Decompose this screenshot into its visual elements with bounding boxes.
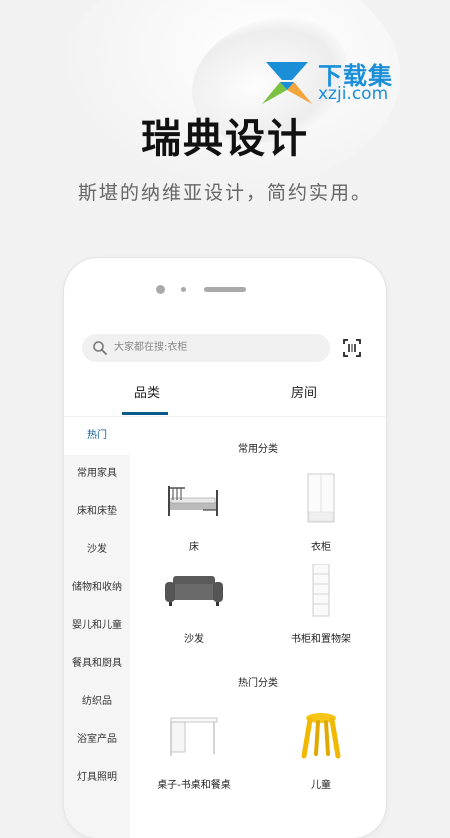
watermark-logo-icon — [262, 62, 312, 104]
category-label: 书柜和置物架 — [291, 634, 351, 645]
category-label: 儿童 — [311, 780, 331, 791]
sidebar-item-textiles[interactable]: 纺织品 — [64, 683, 130, 721]
category-item-kids[interactable]: 儿童 — [266, 710, 376, 791]
category-label: 桌子-书桌和餐桌 — [157, 780, 231, 791]
hero-subtitle: 斯堪的纳维亚设计，简约实用。 — [77, 182, 372, 204]
sofa-icon — [165, 576, 223, 606]
category-sidebar: 热门 常用家具 床和床垫 沙发 储物和收纳 婴儿和儿童 餐具和厨具 纺织品 浴室… — [64, 417, 130, 838]
category-label: 衣柜 — [311, 542, 331, 553]
search-input[interactable]: 大家都在搜:衣柜 — [114, 334, 187, 362]
desk-icon — [170, 717, 218, 756]
sidebar-item-common-furniture[interactable]: 常用家具 — [64, 455, 130, 493]
sidebar-item-lighting[interactable]: 灯具照明 — [64, 759, 130, 797]
search-bar[interactable]: 大家都在搜:衣柜 — [82, 334, 330, 362]
sidebar-item-storage[interactable]: 储物和收纳 — [64, 569, 130, 607]
phone-frame: 大家都在搜:衣柜 品类 房间 热门 常用家具 床和床垫 沙发 储物和收纳 婴儿和… — [64, 258, 386, 838]
sidebar-item-bathroom[interactable]: 浴室产品 — [64, 721, 130, 759]
category-item-sofa[interactable]: 沙发 — [139, 564, 249, 645]
phone-top-bar — [64, 258, 386, 324]
category-item-desk[interactable]: 桌子-书桌和餐桌 — [139, 710, 249, 791]
sidebar-item-beds[interactable]: 床和床垫 — [64, 493, 130, 531]
bookshelf-icon — [312, 563, 330, 617]
hero-title: 瑞典设计 — [141, 116, 309, 162]
camera-icon — [156, 285, 165, 294]
section-title-hot: 热门分类 — [238, 678, 278, 689]
bed-icon — [168, 486, 218, 516]
watermark-url: xzji.com — [318, 84, 389, 104]
watermark: 下载集 xzji.com — [262, 56, 402, 104]
category-item-bed[interactable]: 床 — [139, 472, 249, 553]
tab-category[interactable]: 品类 — [112, 374, 182, 416]
wardrobe-icon — [307, 473, 335, 523]
category-item-bookshelf[interactable]: 书柜和置物架 — [266, 563, 376, 645]
category-label: 床 — [189, 542, 199, 553]
category-label: 沙发 — [184, 634, 204, 645]
sidebar-item-baby-kids[interactable]: 婴儿和儿童 — [64, 607, 130, 645]
search-icon — [93, 341, 107, 355]
active-tab-indicator — [122, 412, 168, 415]
section-title-common: 常用分类 — [238, 444, 278, 455]
sensor-icon — [181, 287, 186, 292]
kids-stool-icon — [301, 713, 341, 759]
tab-room[interactable]: 房间 — [264, 374, 344, 416]
category-item-wardrobe[interactable]: 衣柜 — [266, 472, 376, 553]
sidebar-item-hot[interactable]: 热门 — [64, 417, 130, 455]
sidebar-item-kitchen[interactable]: 餐具和厨具 — [64, 645, 130, 683]
sidebar-item-sofas[interactable]: 沙发 — [64, 531, 130, 569]
speaker-icon — [204, 287, 246, 292]
scan-icon[interactable] — [342, 338, 362, 358]
category-tabs: 品类 房间 — [64, 374, 386, 417]
